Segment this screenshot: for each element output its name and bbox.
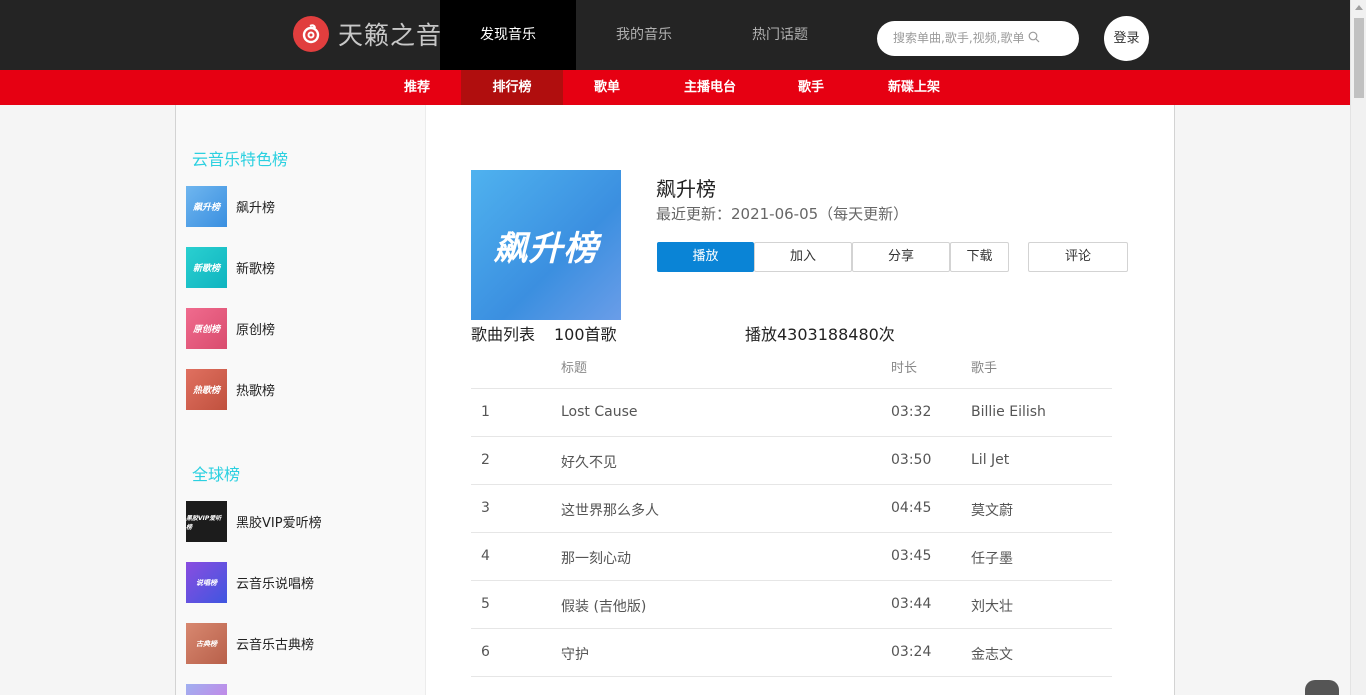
sidebar-item-rap-chart[interactable]: 说唱榜 云音乐说唱榜 <box>186 562 314 603</box>
chart-thumb-partial <box>186 684 227 695</box>
chart-update-date: 最近更新：2021-06-05（每天更新） <box>656 205 909 223</box>
sidebar-item-original[interactable]: 原创榜 原创榜 <box>186 308 275 349</box>
top-navbar: 天籁之音 发现音乐 我的音乐 热门话题 搜索单曲,歌手,视频,歌单 登录 <box>0 0 1350 70</box>
subnav-new-albums[interactable]: 新碟上架 <box>876 70 952 105</box>
sub-navbar: 推荐 排行榜 歌单 主播电台 歌手 新碟上架 <box>0 70 1350 105</box>
sidebar-item-classical-chart[interactable]: 古典榜 云音乐古典榜 <box>186 623 314 664</box>
sidebar-item-label: 新歌榜 <box>236 262 276 277</box>
song-table: 标题 时长 歌手 1 Lost Cause 03:32 Billie Eilis… <box>471 341 1112 677</box>
song-rank: 2 <box>481 452 490 468</box>
logo-text: 天籁之音 <box>338 21 443 50</box>
table-row[interactable]: 6 守护 03:24 金志文 <box>471 629 1112 677</box>
song-title[interactable]: Lost Cause <box>561 404 638 420</box>
subnav-radio[interactable]: 主播电台 <box>672 70 748 105</box>
song-rank: 6 <box>481 644 490 660</box>
add-button[interactable]: 加入 <box>754 242 852 272</box>
chart-thumb: 说唱榜 <box>186 562 227 603</box>
table-row[interactable]: 4 那一刻心动 03:45 任子墨 <box>471 533 1112 581</box>
header-title: 标题 <box>561 361 588 376</box>
chart-thumb: 古典榜 <box>186 623 227 664</box>
nav-my-music[interactable]: 我的音乐 <box>576 0 712 70</box>
login-button[interactable]: 登录 <box>1104 16 1149 61</box>
header-duration: 时长 <box>891 361 918 376</box>
search-input[interactable]: 搜索单曲,歌手,视频,歌单 <box>877 21 1079 56</box>
scroll-up-arrow-icon[interactable] <box>1355 5 1363 10</box>
table-row[interactable]: 1 Lost Cause 03:32 Billie Eilish <box>471 389 1112 437</box>
sidebar-item-label: 云音乐古典榜 <box>236 638 315 653</box>
song-rank: 3 <box>481 500 490 516</box>
subnav-recommend[interactable]: 推荐 <box>393 70 441 105</box>
sidebar-item-label: 飙升榜 <box>236 201 276 216</box>
download-button[interactable]: 下载 <box>950 242 1009 272</box>
share-button[interactable]: 分享 <box>852 242 950 272</box>
chart-thumb: 飙升榜 <box>186 186 227 227</box>
subnav-charts[interactable]: 排行榜 <box>461 70 563 105</box>
table-row[interactable]: 5 假装 (吉他版) 03:44 刘大壮 <box>471 581 1112 629</box>
play-button[interactable]: 播放 <box>657 242 754 272</box>
featured-charts-title: 云音乐特色榜 <box>192 150 289 169</box>
song-rank: 4 <box>481 548 490 564</box>
song-artist[interactable]: 莫文蔚 <box>971 500 1013 520</box>
scrollbar[interactable] <box>1350 0 1366 695</box>
nav-discover-music[interactable]: 发现音乐 <box>440 0 576 70</box>
global-charts-title: 全球榜 <box>192 465 241 484</box>
song-artist[interactable]: 刘大壮 <box>971 596 1013 616</box>
song-duration: 03:50 <box>891 452 932 468</box>
sidebar-item-soaring[interactable]: 飙升榜 飙升榜 <box>186 186 275 227</box>
table-row[interactable]: 2 好久不见 03:50 Lil Jet <box>471 437 1112 485</box>
logo[interactable]: 天籁之音 <box>293 16 442 52</box>
chart-thumb: 新歌榜 <box>186 247 227 288</box>
sidebar-item-new-songs[interactable]: 新歌榜 新歌榜 <box>186 247 275 288</box>
chart-thumb: 热歌榜 <box>186 369 227 410</box>
back-to-top-button[interactable] <box>1305 680 1339 695</box>
table-row[interactable]: 3 这世界那么多人 04:45 莫文蔚 <box>471 485 1112 533</box>
table-header: 标题 时长 歌手 <box>471 341 1112 389</box>
search-placeholder: 搜索单曲,歌手,视频,歌单 <box>893 31 1025 45</box>
scroll-thumb[interactable] <box>1354 18 1364 98</box>
song-artist[interactable]: Lil Jet <box>971 452 1009 468</box>
song-rank: 1 <box>481 404 490 420</box>
song-title[interactable]: 守护 <box>561 644 589 664</box>
song-duration: 03:24 <box>891 644 932 660</box>
sidebar-item-vip-chart[interactable]: 黑胶VIP爱听榜 黑胶VIP爱听榜 <box>186 501 322 542</box>
chart-thumb: 黑胶VIP爱听榜 <box>186 501 227 542</box>
sidebar-item-hot-songs[interactable]: 热歌榜 热歌榜 <box>186 369 275 410</box>
sidebar-item-label: 热歌榜 <box>236 384 276 399</box>
song-title[interactable]: 假装 (吉他版) <box>561 596 646 616</box>
search-icon[interactable] <box>1028 31 1040 43</box>
comment-button[interactable]: 评论 <box>1028 242 1128 272</box>
chart-sidebar: 云音乐特色榜 飙升榜 飙升榜 新歌榜 新歌榜 原创榜 原创榜 热歌榜 热歌榜 全… <box>176 105 426 695</box>
song-rank: 5 <box>481 596 490 612</box>
chart-title: 飙升榜 <box>656 177 716 201</box>
song-duration: 03:44 <box>891 596 932 612</box>
chart-cover-image: 飙升榜 <box>471 170 621 320</box>
song-duration: 03:45 <box>891 548 932 564</box>
song-duration: 04:45 <box>891 500 932 516</box>
subnav-artists[interactable]: 歌手 <box>787 70 835 105</box>
sidebar-item-label: 原创榜 <box>236 323 276 338</box>
song-artist[interactable]: Billie Eilish <box>971 404 1046 420</box>
header-artist: 歌手 <box>971 361 998 376</box>
song-title[interactable]: 那一刻心动 <box>561 548 631 568</box>
chart-thumb: 原创榜 <box>186 308 227 349</box>
subnav-playlists[interactable]: 歌单 <box>583 70 631 105</box>
song-title[interactable]: 这世界那么多人 <box>561 500 659 520</box>
nav-hot-topics[interactable]: 热门话题 <box>712 0 848 70</box>
song-artist[interactable]: 任子墨 <box>971 548 1013 568</box>
song-title[interactable]: 好久不见 <box>561 452 617 472</box>
main-container: 云音乐特色榜 飙升榜 飙升榜 新歌榜 新歌榜 原创榜 原创榜 热歌榜 热歌榜 全… <box>175 105 1175 695</box>
song-artist[interactable]: 金志文 <box>971 644 1013 664</box>
sidebar-item-label: 黑胶VIP爱听榜 <box>236 516 322 531</box>
song-duration: 03:32 <box>891 404 932 420</box>
netease-logo-icon <box>293 16 329 52</box>
sidebar-item-label: 云音乐说唱榜 <box>236 577 315 592</box>
